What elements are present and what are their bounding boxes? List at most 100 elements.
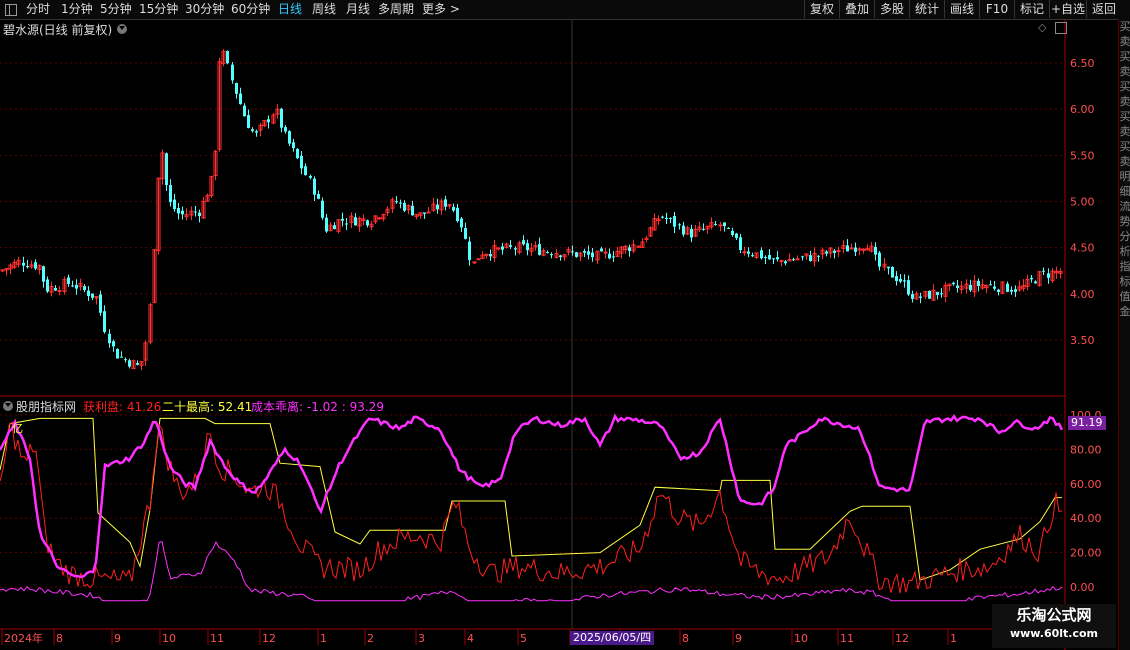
candle-body-down <box>1030 277 1033 280</box>
sidebar-char: 细 <box>1119 185 1130 198</box>
candle-body-down <box>760 250 763 259</box>
x-tick-label: 10 <box>162 632 176 645</box>
candle-body-down <box>411 205 414 216</box>
candle-body-down <box>341 218 344 221</box>
candle-body-down <box>75 284 78 289</box>
sidebar-char: 值 <box>1119 290 1130 303</box>
candle-body-down <box>600 248 603 252</box>
current-value-badge: 91.19 <box>1068 416 1106 430</box>
candle-body-down <box>464 228 467 239</box>
candle-body-down <box>514 248 517 250</box>
candle-body-down <box>559 255 562 257</box>
candle-body-up <box>496 247 501 250</box>
candle-body-down <box>317 194 320 199</box>
candle-body-down <box>583 251 586 253</box>
diamond-icon[interactable]: ◇ <box>1038 21 1046 34</box>
x-tick-label: 8 <box>56 632 63 645</box>
candle-body-up <box>426 211 431 214</box>
indicator-tick-label: 60.00 <box>1070 478 1102 491</box>
candle-body-down <box>997 289 1000 293</box>
candle-body-down <box>993 286 996 289</box>
candle-body-down <box>34 262 37 269</box>
sidebar-char: 卖 <box>1119 95 1130 108</box>
candle-body-down <box>526 243 529 251</box>
candle-body-down <box>71 285 74 287</box>
candle-body-down <box>91 293 94 298</box>
price-tick-label: 4.50 <box>1070 242 1095 255</box>
watermark-name: 乐淘公式网 <box>1016 606 1092 624</box>
candle-body-down <box>817 255 820 257</box>
candle-body-down <box>108 333 111 344</box>
candle-body-up <box>718 224 723 227</box>
indicator-profit-value: 41.26 <box>126 400 162 414</box>
candle-body-up <box>0 269 5 272</box>
candle-body-down <box>54 288 57 291</box>
candle-body-down <box>678 224 681 226</box>
candle-body-down <box>1042 270 1045 272</box>
kline-chart-canvas[interactable]: 6.506.005.505.004.504.003.50100.080.0060… <box>0 0 1130 650</box>
x-tick-label: 1 <box>950 632 957 645</box>
candle-body-down <box>1014 289 1017 292</box>
candle-body-down <box>280 108 283 128</box>
indicator-tick-label: 40.00 <box>1070 512 1102 525</box>
candle-body-down <box>247 115 250 129</box>
window-toggle-icon[interactable] <box>1055 22 1067 34</box>
candle-body-down <box>969 284 972 291</box>
candle-body-down <box>251 129 254 132</box>
candle-body-down <box>747 251 750 254</box>
candle-body-down <box>546 252 549 254</box>
candle-body-down <box>936 291 939 295</box>
candle-body-down <box>682 225 685 235</box>
candle-body-down <box>887 266 890 269</box>
price-tick-label: 4.00 <box>1070 288 1095 301</box>
candle-body-up <box>484 253 489 256</box>
candle-body-down <box>267 119 270 123</box>
chart-options-icon[interactable] <box>117 24 127 34</box>
indicator-lines <box>0 413 1064 602</box>
candle-body-down <box>571 251 574 253</box>
candle-body-down <box>608 253 611 259</box>
candle-body-down <box>919 296 922 298</box>
candle-body-down <box>575 252 578 257</box>
x-tick-label: 1 <box>320 632 327 645</box>
candle-body-down <box>751 255 754 257</box>
x-tick-label: 12 <box>262 632 276 645</box>
candle-body-down <box>895 276 898 281</box>
indicator-cost-value: -1.02 : 93.29 <box>306 400 384 414</box>
candle-body-down <box>231 64 234 81</box>
candle-body-down <box>325 217 328 232</box>
candle-body-down <box>456 207 459 222</box>
candle-body-down <box>103 311 106 332</box>
candle-body-down <box>296 148 299 159</box>
watermark-url: www.60lt.com <box>1009 627 1099 640</box>
candle-body-down <box>989 284 992 286</box>
candle-body-down <box>120 356 123 358</box>
candle-body-up <box>779 259 784 262</box>
candle-body-down <box>403 202 406 211</box>
sidebar-char: 买 <box>1119 50 1130 63</box>
candle-body-down <box>809 255 812 261</box>
right-sidebar[interactable]: 买卖买卖买卖买卖买卖明细流势分析指标值金 <box>1118 19 1130 650</box>
candle-body-down <box>714 223 717 225</box>
indicator-options-icon[interactable] <box>3 401 13 411</box>
candle-body-up <box>795 258 800 261</box>
candle-body-down <box>87 290 90 297</box>
sidebar-char: 指 <box>1119 260 1130 273</box>
candle-body-down <box>345 223 348 225</box>
price-tick-label: 5.50 <box>1070 149 1095 162</box>
candle-body-down <box>67 277 70 285</box>
candle-body-down <box>284 127 287 132</box>
candle-body-down <box>846 245 849 252</box>
sidebar-char: 势 <box>1119 215 1130 228</box>
sidebar-char: 买 <box>1119 20 1130 33</box>
x-tick-label: 8 <box>682 632 689 645</box>
candle-body-down <box>99 294 102 313</box>
candle-body-up <box>857 248 862 251</box>
candle-body-down <box>899 278 902 282</box>
candle-body-down <box>764 257 767 259</box>
candle-body-up <box>636 245 641 248</box>
candle-body-down <box>833 250 836 253</box>
profit-line <box>0 421 1063 594</box>
candle-body-down <box>673 216 676 227</box>
candle-body-down <box>727 227 730 229</box>
